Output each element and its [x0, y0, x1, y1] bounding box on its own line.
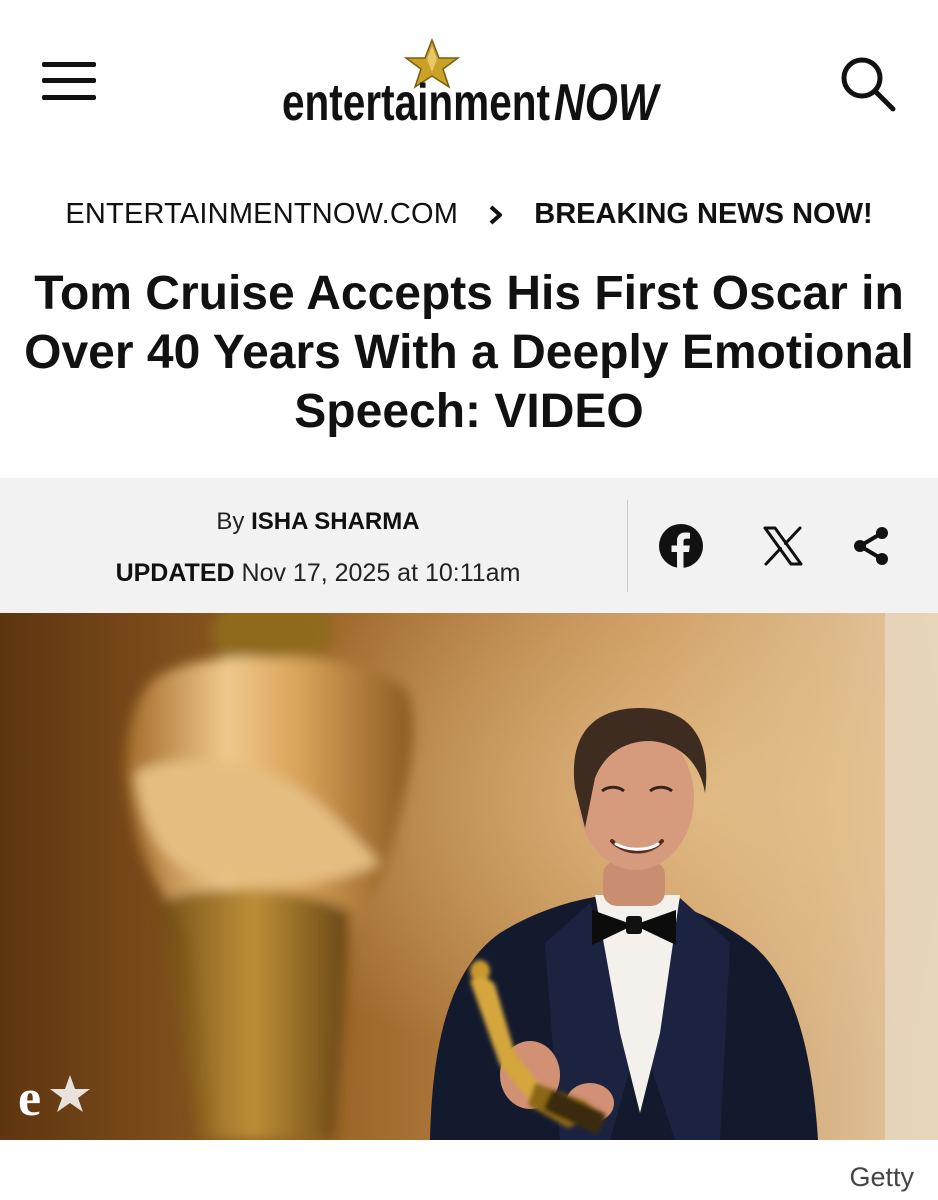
updated-timestamp: UPDATED Nov 17, 2025 at 10:11am: [0, 559, 636, 588]
article-headline: Tom Cruise Accepts His First Oscar in Ov…: [24, 267, 914, 438]
logo-text-main: entertainment: [282, 74, 550, 130]
search-icon[interactable]: [838, 54, 898, 114]
byline-prefix: By: [216, 508, 245, 535]
image-credit: Getty: [849, 1162, 914, 1192]
site-logo[interactable]: entertainment NOW: [282, 38, 662, 130]
updated-datetime: Nov 17, 2025 at 10:11am: [241, 559, 521, 587]
byline-divider: [627, 500, 628, 592]
hero-image: e: [0, 613, 938, 1140]
logo-text-accent: NOW: [554, 74, 661, 130]
byline-bar: By ISHA SHARMA UPDATED Nov 17, 2025 at 1…: [0, 478, 938, 613]
x-share-button[interactable]: [760, 523, 806, 569]
author-name-link[interactable]: ISHA SHARMA: [251, 508, 419, 535]
hamburger-menu-icon[interactable]: [42, 60, 98, 104]
share-icon: [854, 527, 888, 565]
facebook-icon: [659, 524, 703, 569]
breadcrumb-site-link[interactable]: ENTERTAINMENTNOW.COM: [65, 198, 458, 230]
x-logo-icon: [763, 526, 803, 566]
site-header: entertainment NOW: [0, 0, 938, 165]
byline-author: By ISHA SHARMA: [0, 508, 636, 536]
chevron-right-icon: [466, 198, 526, 231]
breadcrumb-section-link[interactable]: BREAKING NEWS NOW!: [534, 198, 872, 230]
share-button[interactable]: [848, 523, 894, 569]
facebook-share-button[interactable]: [658, 523, 704, 569]
updated-label: UPDATED: [115, 559, 235, 587]
byline-info: By ISHA SHARMA UPDATED Nov 17, 2025 at 1…: [0, 478, 627, 613]
breadcrumb: ENTERTAINMENTNOW.COM BREAKING NEWS NOW!: [0, 198, 938, 231]
svg-text:e: e: [18, 1070, 41, 1127]
